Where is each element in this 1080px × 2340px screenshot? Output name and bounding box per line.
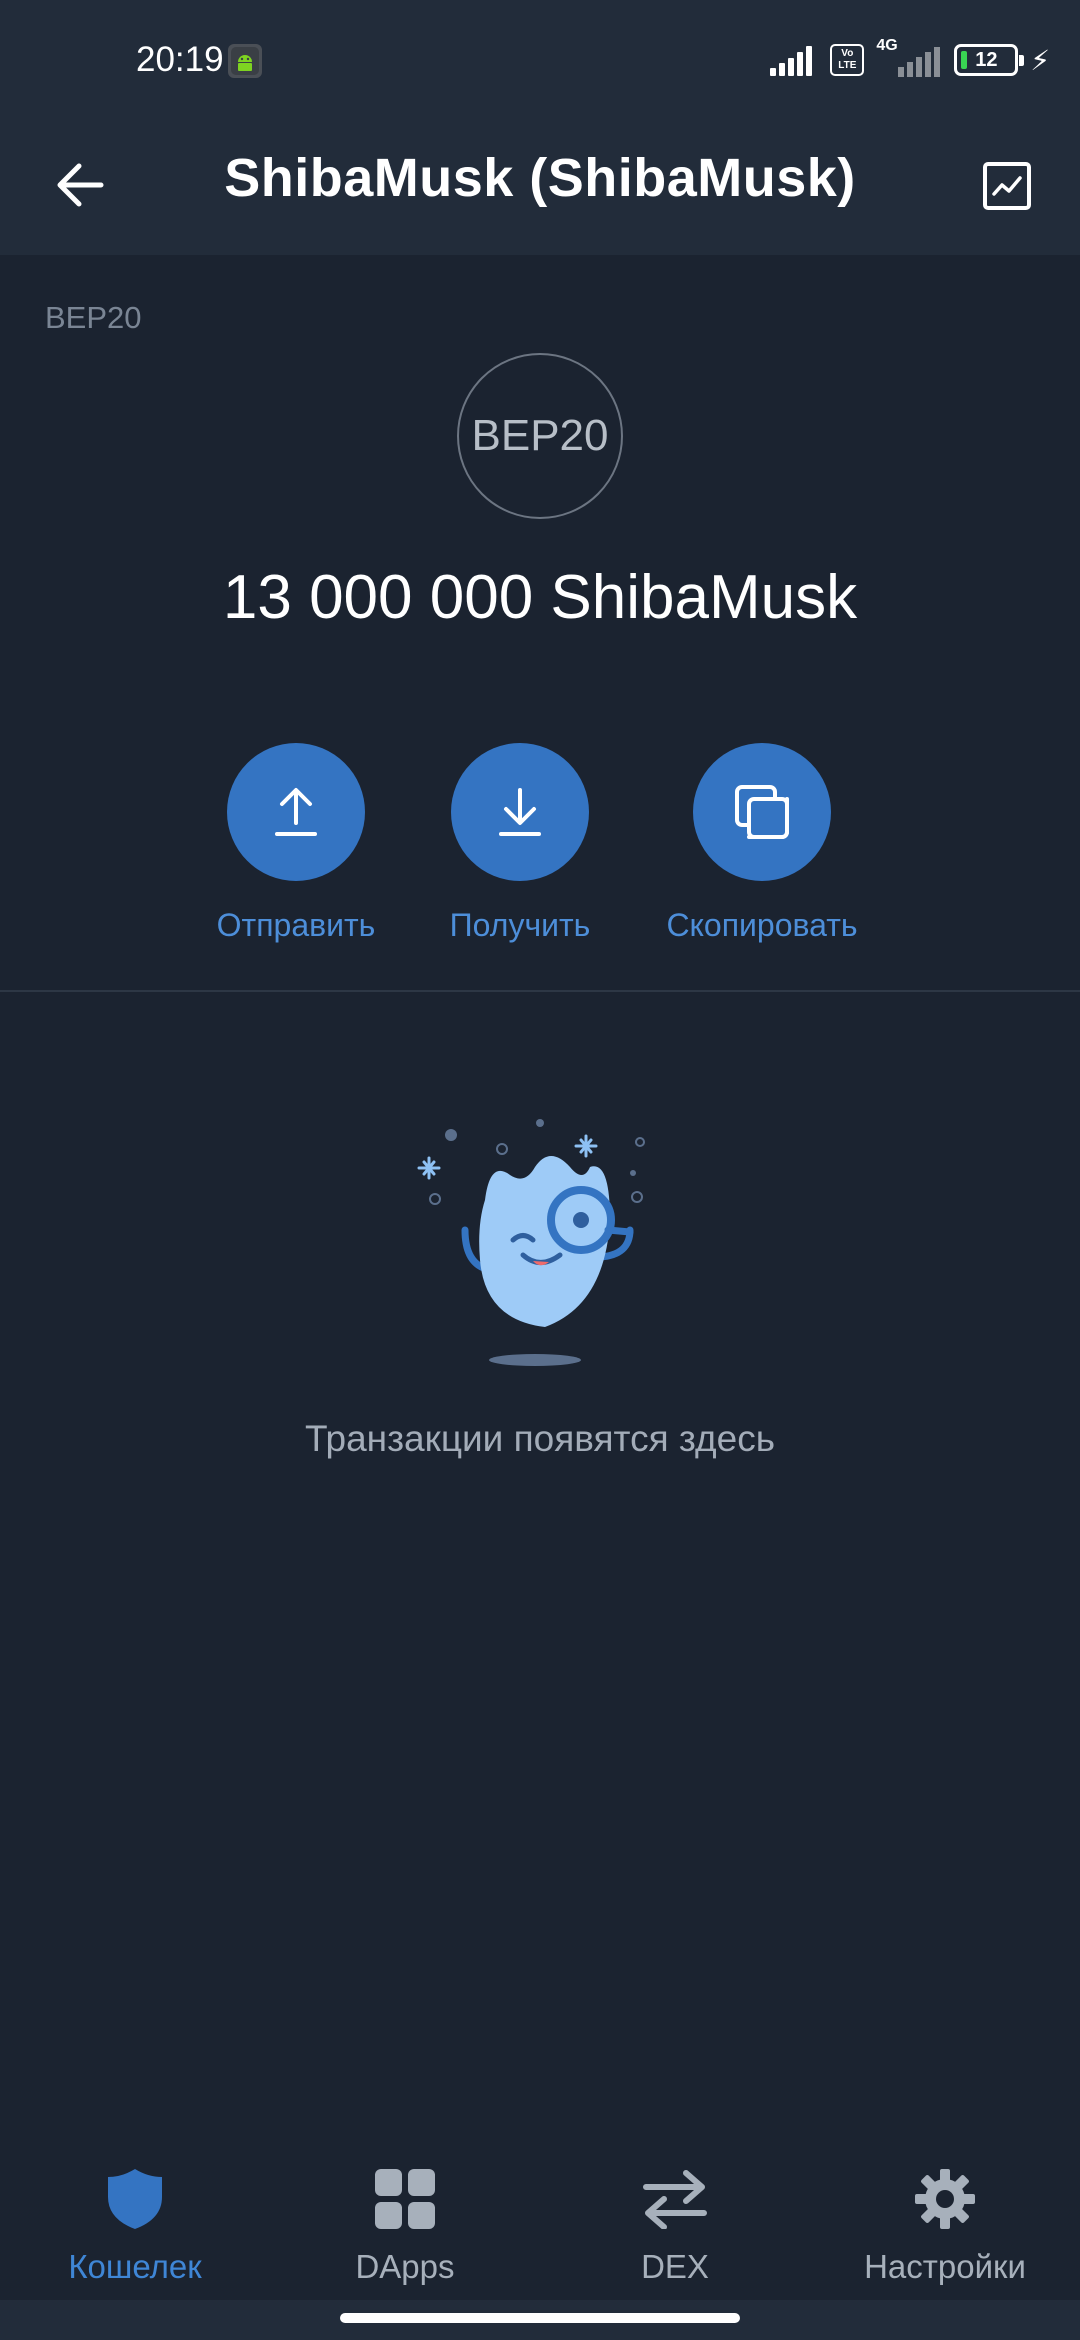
action-buttons: Отправить Получить Скопировать [0,743,1080,953]
send-button[interactable]: Отправить [181,743,411,944]
swap-arrows-icon [643,2170,707,2229]
status-bar: 20:19 Vo LTE 4G 12 ⚡ [0,0,1080,125]
upload-icon [275,788,317,836]
nav-label-dapps: DApps [355,2248,455,2285]
price-chart-button[interactable] [970,149,1044,223]
nav-label-wallet: Кошелек [68,2248,202,2285]
grid-icon [375,2169,435,2229]
network-type-label: 4G [876,37,898,54]
charging-icon: ⚡ [1030,44,1050,76]
copy-icon [735,785,789,839]
page-title: ShibaMusk (ShibaMusk) [224,148,856,208]
status-time: 20:19 [136,40,224,79]
network-label: BEP20 [45,300,142,335]
app-header: ShibaMusk (ShibaMusk) [0,125,1080,255]
signal-strength-icon [770,44,818,76]
copy-button[interactable]: Скопировать [647,743,877,944]
nav-label-settings: Настройки [864,2248,1026,2285]
nav-item-dex[interactable]: DEX [540,2164,810,2286]
battery-icon: 12 [954,44,1025,76]
copy-circle[interactable] [693,743,831,881]
nav-item-dapps[interactable]: DApps [270,2164,540,2286]
chart-icon [983,162,1031,210]
shield-icon [108,2169,162,2229]
send-circle[interactable] [227,743,365,881]
nav-item-settings[interactable]: Настройки [810,2164,1080,2286]
battery-level: 12 [975,48,998,71]
home-indicator[interactable] [340,2313,740,2323]
status-indicators: Vo LTE 4G 12 ⚡ [770,37,1050,82]
empty-transactions-illustration [405,1105,675,1375]
nav-label-dex: DEX [641,2248,709,2285]
empty-transactions-text: Транзакции появятся здесь [304,1418,775,1459]
send-label: Отправить [216,907,376,943]
nav-item-wallet[interactable]: Кошелек [0,2164,270,2286]
receive-circle[interactable] [451,743,589,881]
receive-button[interactable]: Получить [405,743,635,944]
download-icon [499,788,541,836]
bottom-navigation: Кошелек DApps DEX Настройки [0,2140,1080,2300]
token-balance: 13 000 000 ShibaMusk [222,563,858,632]
gear-icon [915,2169,975,2229]
receive-label: Получить [449,907,591,943]
token-logo-text: BEP20 [471,411,609,460]
copy-label: Скопировать [666,907,858,943]
token-logo: BEP20 [457,353,623,519]
android-notification-icon [228,44,262,78]
mobile-data-icon: 4G [876,37,942,77]
volte-icon: Vo LTE [830,44,865,76]
section-divider [0,990,1080,992]
